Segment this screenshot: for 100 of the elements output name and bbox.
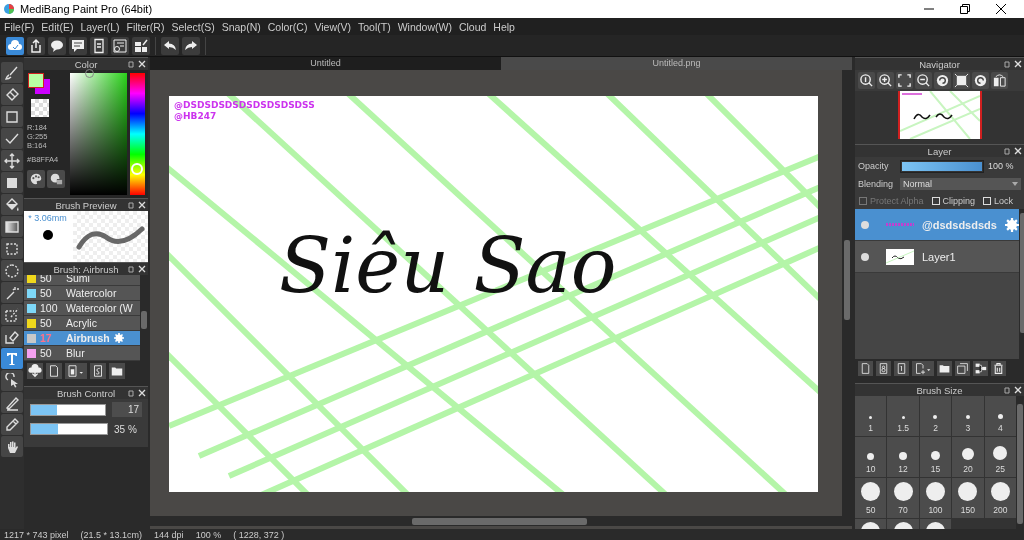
tool-button[interactable] — [1, 150, 23, 171]
brush-size-option[interactable]: 12 — [887, 437, 919, 477]
blending-dropdown[interactable]: Normal — [900, 178, 1021, 190]
folder-icon[interactable] — [937, 360, 952, 376]
brush-item[interactable]: 50 Acrylic — [24, 316, 140, 331]
tool-button[interactable] — [1, 128, 23, 149]
menu-item[interactable]: Snap(N) — [221, 20, 261, 33]
float-close-icon[interactable] — [128, 60, 146, 68]
tool-button[interactable] — [1, 260, 23, 281]
brush-size-option[interactable]: 4 — [984, 396, 1016, 436]
brush-size-option[interactable]: 25 — [984, 437, 1016, 477]
add-layer-dropdown-icon[interactable] — [912, 360, 934, 376]
grid-edit-icon[interactable] — [132, 36, 150, 55]
new-page-icon[interactable] — [46, 363, 62, 379]
cloud-icon[interactable] — [6, 36, 24, 55]
layer-item[interactable]: Layer1 — [855, 241, 1019, 273]
tool-button[interactable] — [1, 106, 23, 127]
brush-size-option[interactable]: 50 — [855, 478, 887, 518]
scrollbar[interactable] — [150, 516, 852, 526]
scrollbar[interactable] — [842, 70, 852, 516]
menu-item[interactable]: Window(W) — [397, 20, 452, 33]
brush-size-option[interactable]: 150 — [952, 478, 984, 518]
drawing-canvas[interactable]: @DSDSDSDSDSDSDSDSDSS @HB247 Siêu Sao — [169, 96, 818, 492]
tool-button[interactable] — [1, 194, 23, 215]
layer-option-checkbox[interactable]: Lock — [983, 196, 1014, 206]
tool-button[interactable] — [1, 370, 23, 391]
color-swatch-pair[interactable] — [27, 73, 51, 95]
float-close-icon[interactable] — [128, 265, 146, 273]
brush-size-option[interactable]: 2 — [919, 396, 952, 436]
menu-item[interactable]: Edit(E) — [41, 20, 74, 33]
visibility-dot-icon[interactable] — [860, 251, 870, 262]
visibility-dot-icon[interactable] — [860, 219, 870, 230]
cloud-download-icon[interactable] — [27, 363, 43, 379]
transparent-swatch[interactable] — [31, 99, 49, 117]
folder-icon[interactable] — [109, 363, 125, 379]
float-close-icon[interactable] — [1004, 60, 1022, 68]
scrollbar[interactable] — [1018, 209, 1024, 359]
menu-item[interactable]: Filter(R) — [126, 20, 165, 33]
tool-button[interactable] — [1, 238, 23, 259]
float-close-icon[interactable] — [128, 201, 146, 209]
menu-item[interactable]: Cloud — [458, 20, 487, 33]
document-icon[interactable] — [90, 36, 108, 55]
tool-button[interactable] — [1, 392, 23, 413]
fit-screen-icon[interactable] — [896, 72, 913, 89]
rotate-left-icon[interactable] — [934, 72, 951, 89]
merge-layer-icon[interactable] — [973, 360, 988, 376]
menu-item[interactable]: Color(C) — [267, 20, 308, 33]
list-clock-icon[interactable] — [111, 36, 129, 55]
tool-button[interactable] — [1, 304, 23, 325]
fit-frame-icon[interactable] — [953, 72, 970, 89]
brush-size-option[interactable]: 70 — [887, 478, 919, 518]
tool-button[interactable] — [1, 84, 23, 105]
palette-settings-icon[interactable] — [47, 170, 65, 188]
layer-8bit-icon[interactable] — [876, 360, 891, 376]
brush-size-option[interactable]: 200 — [984, 478, 1016, 518]
brush-size-option[interactable]: 1 — [855, 396, 887, 436]
brush-size-option[interactable]: 15 — [919, 437, 952, 477]
tool-button[interactable] — [1, 326, 23, 347]
restore-icon[interactable] — [960, 4, 970, 14]
brush-size-option[interactable]: 100 — [919, 478, 952, 518]
menu-item[interactable]: Layer(L) — [80, 20, 120, 33]
brush-size-option[interactable]: 20 — [952, 437, 984, 477]
menu-item[interactable]: File(F) — [4, 20, 35, 33]
brush-item[interactable]: 50 Blur — [24, 346, 140, 361]
tool-button[interactable] — [1, 436, 23, 457]
float-close-icon[interactable] — [1004, 147, 1022, 155]
brush-item[interactable]: 100 Watercolor (W — [24, 301, 140, 316]
brush-size-option[interactable]: 3 — [952, 396, 984, 436]
close-icon[interactable] — [996, 4, 1006, 14]
flip-icon[interactable] — [991, 72, 1008, 89]
rotate-right-icon[interactable] — [972, 72, 989, 89]
document-tab[interactable]: Untitled.png — [501, 57, 852, 70]
menu-item[interactable]: View(V) — [314, 20, 351, 33]
menu-item[interactable]: Select(S) — [171, 20, 215, 33]
brush-size-option[interactable]: 10 — [855, 437, 887, 477]
undo-icon[interactable] — [161, 36, 179, 55]
script-page-icon[interactable] — [90, 363, 106, 379]
tool-button[interactable] — [1, 414, 23, 435]
brush-size-option[interactable]: 1.5 — [887, 396, 919, 436]
zoom-out-icon[interactable] — [915, 72, 932, 89]
tool-button[interactable] — [1, 216, 23, 237]
opacity-slider[interactable] — [30, 423, 108, 435]
brush-size-field[interactable]: 17 — [112, 402, 142, 417]
scrollbar[interactable] — [1016, 396, 1024, 529]
tool-button[interactable] — [1, 62, 23, 83]
menu-item[interactable]: Tool(T) — [358, 20, 391, 33]
duplicate-layer-icon[interactable] — [955, 360, 970, 376]
zoom-actual-icon[interactable] — [858, 72, 875, 89]
layer-option-checkbox[interactable]: Clipping — [931, 196, 976, 206]
new-layer-icon[interactable] — [858, 360, 873, 376]
layer-1bit-icon[interactable] — [894, 360, 909, 376]
share-icon[interactable] — [27, 36, 45, 55]
float-close-icon[interactable] — [1004, 386, 1022, 394]
redo-icon[interactable] — [182, 36, 200, 55]
copy-dropdown-icon[interactable] — [65, 363, 87, 379]
tool-button[interactable] — [1, 172, 23, 193]
palette-icon[interactable] — [27, 170, 45, 188]
speech-bubble-icon[interactable] — [48, 36, 66, 55]
brush-item[interactable]: 50 Sumi — [24, 275, 140, 286]
hue-slider-thumb[interactable] — [131, 163, 143, 176]
